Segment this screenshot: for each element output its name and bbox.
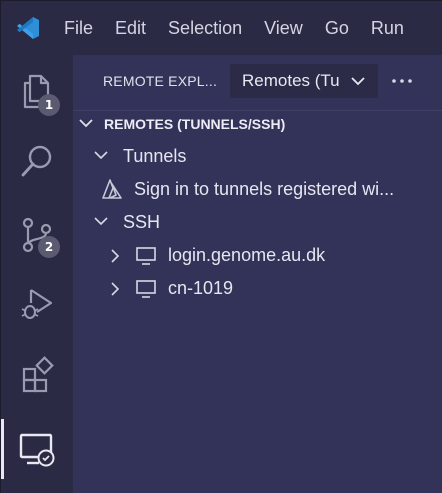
menu-run[interactable]: Run xyxy=(360,1,415,55)
run-debug-activity[interactable] xyxy=(1,270,73,338)
host-label: login.genome.au.dk xyxy=(168,245,326,265)
menu-selection[interactable]: Selection xyxy=(157,1,253,55)
vscode-logo-icon xyxy=(1,1,53,55)
explorer-activity[interactable]: 1 xyxy=(1,57,73,125)
source-control-badge: 2 xyxy=(38,236,60,258)
menu-go[interactable]: Go xyxy=(314,1,360,55)
ellipsis-icon xyxy=(392,79,412,83)
monitor-icon xyxy=(136,247,156,265)
tree-item-label: SSH xyxy=(123,212,161,232)
chevron-down-icon xyxy=(94,151,108,160)
source-control-activity[interactable]: 2 xyxy=(1,201,73,269)
menu-edit[interactable]: Edit xyxy=(104,1,157,55)
tree-item-host[interactable]: cn-1019 xyxy=(73,272,442,305)
tree-item-tunnels-signin[interactable]: Sign in to tunnels registered wi... xyxy=(73,173,442,206)
remotes-dropdown[interactable]: Remotes (Tu xyxy=(230,64,378,98)
extensions-activity[interactable] xyxy=(1,341,73,409)
menu-file[interactable]: File xyxy=(53,1,104,55)
remote-explorer-icon xyxy=(19,433,55,467)
extensions-icon xyxy=(22,356,54,393)
more-actions-button[interactable] xyxy=(387,63,417,99)
search-activity[interactable] xyxy=(1,127,73,195)
chevron-down-icon xyxy=(94,217,108,226)
sidebar-title: REMOTE EXPL... xyxy=(103,73,218,89)
chevron-right-icon xyxy=(111,249,120,263)
remotes-section-header[interactable]: REMOTES (TUNNELS/SSH) xyxy=(73,110,442,136)
remote-explorer-sidebar: REMOTE EXPL... Remotes (Tu REMOTES (TUNN… xyxy=(73,55,442,493)
tree-item-ssh[interactable]: SSH xyxy=(73,206,442,239)
chevron-down-icon xyxy=(79,119,93,128)
tree-item-label: Tunnels xyxy=(123,146,187,166)
section-title: REMOTES (TUNNELS/SSH) xyxy=(104,115,286,132)
chevron-right-icon xyxy=(111,282,120,296)
explorer-badge: 1 xyxy=(38,94,60,116)
chevron-down-icon xyxy=(351,77,365,86)
window: File Edit Selection View Go Run 1 2 REMO… xyxy=(0,0,442,493)
remote-explorer-activity[interactable] xyxy=(1,415,73,483)
monitor-icon xyxy=(136,280,156,298)
search-icon xyxy=(21,145,52,177)
title-bar: File Edit Selection View Go Run xyxy=(1,1,442,55)
activity-bar: 1 2 xyxy=(1,55,73,493)
tree-item-tunnels[interactable]: Tunnels xyxy=(73,140,442,173)
host-label: cn-1019 xyxy=(168,278,234,298)
sidebar-header: REMOTE EXPL... Remotes (Tu xyxy=(73,63,442,99)
run-debug-icon xyxy=(21,289,53,319)
menu-bar: File Edit Selection View Go Run xyxy=(53,1,415,55)
remotes-dropdown-value: Remotes (Tu xyxy=(242,71,340,90)
menu-view[interactable]: View xyxy=(253,1,314,55)
tree-item-label: Sign in to tunnels registered wi... xyxy=(134,179,395,199)
tree-item-host[interactable]: login.genome.au.dk xyxy=(73,239,442,272)
azure-icon xyxy=(102,179,122,199)
